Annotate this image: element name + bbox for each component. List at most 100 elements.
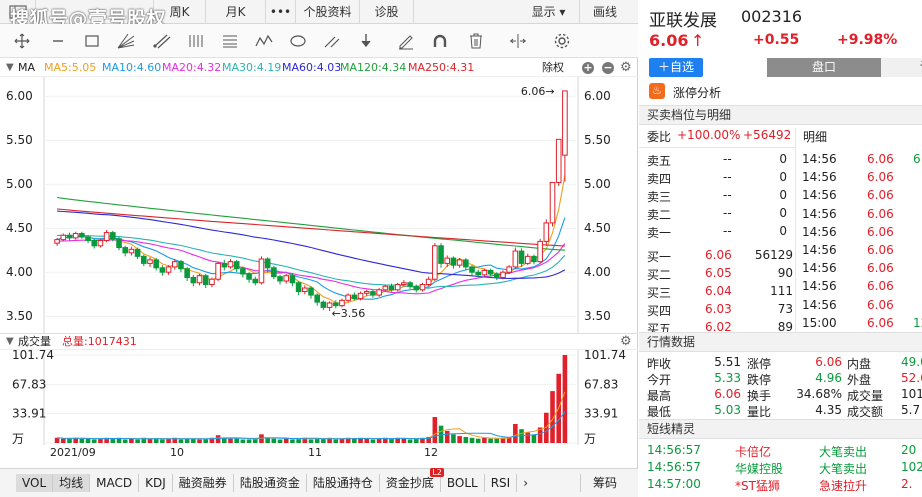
candle	[246, 272, 252, 283]
indicator-northbound-holding[interactable]: 陆股通持仓	[307, 474, 380, 492]
delete-tool-icon[interactable]	[466, 32, 486, 50]
tab-week-k[interactable]: 周K	[154, 0, 206, 24]
candle	[314, 293, 320, 306]
indicator-macd[interactable]: MACD	[90, 474, 140, 492]
candle-body	[171, 261, 178, 268]
candle-body	[493, 273, 500, 278]
price-tick-left: 5.50	[6, 133, 33, 147]
candle	[97, 238, 104, 248]
sell-level-price: --	[723, 152, 732, 166]
chart-settings-icon[interactable]: ⚙	[620, 59, 632, 77]
indicator-rsi[interactable]: RSI	[485, 474, 518, 492]
tab-stock-diagnosis[interactable]: 诊股	[360, 0, 414, 24]
indicator-northbound-flow[interactable]: 陆股通资金	[234, 474, 307, 492]
indicator-kdj[interactable]: KDJ	[139, 474, 173, 492]
quote-label: 最高	[647, 389, 672, 403]
tab-company-info[interactable]: 个股资料	[296, 0, 360, 24]
zoom-in-button[interactable]: +	[582, 62, 594, 74]
adjust-dropdown[interactable]: 除权	[542, 59, 564, 77]
trend-tool-icon[interactable]	[322, 32, 342, 50]
magnet-tool-icon[interactable]	[430, 32, 450, 50]
collapse-icon[interactable]: ▼	[6, 59, 14, 77]
buy-level-volume: 56129	[754, 248, 793, 262]
candle-body	[314, 294, 320, 303]
price-change-pct: +9.98%	[837, 32, 898, 48]
zoom-out-button[interactable]: −	[602, 62, 614, 74]
commission-diff-value: +56492	[743, 128, 792, 142]
tab-drawing[interactable]: 画线	[580, 0, 630, 24]
volume-settings-icon[interactable]: ⚙	[620, 334, 632, 350]
volume-bar	[60, 438, 66, 443]
fan-tool-icon[interactable]	[116, 32, 136, 50]
candle	[196, 273, 203, 286]
candle-body	[401, 282, 407, 286]
candle-body	[134, 248, 141, 257]
range-tool-icon[interactable]	[508, 32, 528, 50]
detail-price: 6.06	[867, 261, 894, 276]
volume-bar	[135, 439, 140, 443]
quote-value: 6.06	[714, 387, 741, 401]
candle	[221, 259, 228, 271]
candle	[407, 281, 413, 289]
section-quote-data: 行情数据	[639, 332, 922, 352]
candle-body	[79, 232, 85, 238]
date-tick: 11	[308, 446, 322, 459]
buy-level-price: 6.04	[705, 284, 732, 298]
indicator-vol[interactable]: VOL	[16, 474, 54, 492]
chip-distribution-tab[interactable]: 筹码	[580, 474, 623, 492]
candle-body	[320, 301, 327, 308]
candle-body	[103, 232, 110, 242]
candle	[153, 258, 159, 271]
price-tick-right: 4.00	[584, 265, 611, 279]
line-tool-icon[interactable]	[50, 32, 70, 50]
crosshair-tool-icon[interactable]	[12, 32, 32, 50]
tab-forum[interactable]: 论股堂	[881, 58, 922, 77]
alert-time: 14:56:57	[647, 443, 701, 457]
detail-volume: 12	[913, 315, 922, 330]
tab-order-book[interactable]: 盘口	[767, 58, 881, 77]
display-dropdown[interactable]: 显示 ▾	[518, 0, 580, 24]
indicator-bottom-fishing[interactable]: 资金抄底 L2	[380, 468, 444, 492]
vol-tick-right: 101.74	[584, 350, 626, 362]
quote-value: 6.06	[815, 355, 842, 369]
candle-body	[345, 294, 351, 301]
candle	[562, 90, 568, 182]
rectangle-tool-icon[interactable]	[82, 32, 102, 50]
candle-body	[215, 262, 221, 280]
volume-bar	[122, 439, 128, 443]
candle-body	[178, 261, 184, 270]
vertical-lines-tool-icon[interactable]	[186, 32, 206, 50]
candle	[425, 276, 432, 287]
horizontal-lines-tool-icon[interactable]	[220, 32, 240, 50]
detail-price: 6.06	[867, 224, 894, 239]
quote-label: 成交额	[847, 405, 884, 419]
candle	[72, 231, 79, 240]
kline-chart[interactable]: 3.50 3.50 4.00 4.00 4.50 4.50 5.00 5.00 5.50 5.50…	[0, 77, 638, 333]
wave-tool-icon[interactable]	[254, 32, 274, 50]
cycle-tool-icon[interactable]	[288, 32, 308, 50]
add-watchlist-button[interactable]: ＋自选	[649, 58, 703, 77]
detail-time: 14:56	[802, 224, 837, 239]
tab-day-k[interactable]	[36, 0, 154, 24]
volume-bar	[321, 438, 326, 443]
indicator-margin[interactable]: 融资融券	[173, 474, 234, 492]
volume-collapse-icon[interactable]: ▼	[6, 334, 14, 350]
sell-level-volume: 0	[779, 224, 787, 238]
tab-panel-toggle[interactable]	[0, 0, 36, 24]
volume-bar	[160, 439, 165, 443]
parallel-line-tool-icon[interactable]	[152, 32, 172, 50]
limit-analysis-row[interactable]: ♨ 涨停分析	[639, 82, 922, 102]
settings-tool-icon[interactable]	[552, 32, 572, 50]
indicator-boll[interactable]: BOLL	[441, 474, 485, 492]
tab-more[interactable]: •••	[266, 0, 296, 24]
buy-level-label: 买四	[647, 304, 672, 318]
volume-bar	[191, 438, 196, 443]
pen-tool-icon[interactable]	[396, 32, 416, 50]
volume-bar	[432, 417, 438, 443]
current-price: 6.06	[649, 31, 689, 50]
arrow-down-tool-icon[interactable]	[356, 32, 376, 50]
indicator-next-arrow[interactable]: ›	[517, 474, 534, 492]
indicator-ma[interactable]: 均线	[53, 474, 91, 492]
volume-bar	[389, 438, 394, 443]
tab-month-k[interactable]: 月K	[206, 0, 266, 24]
